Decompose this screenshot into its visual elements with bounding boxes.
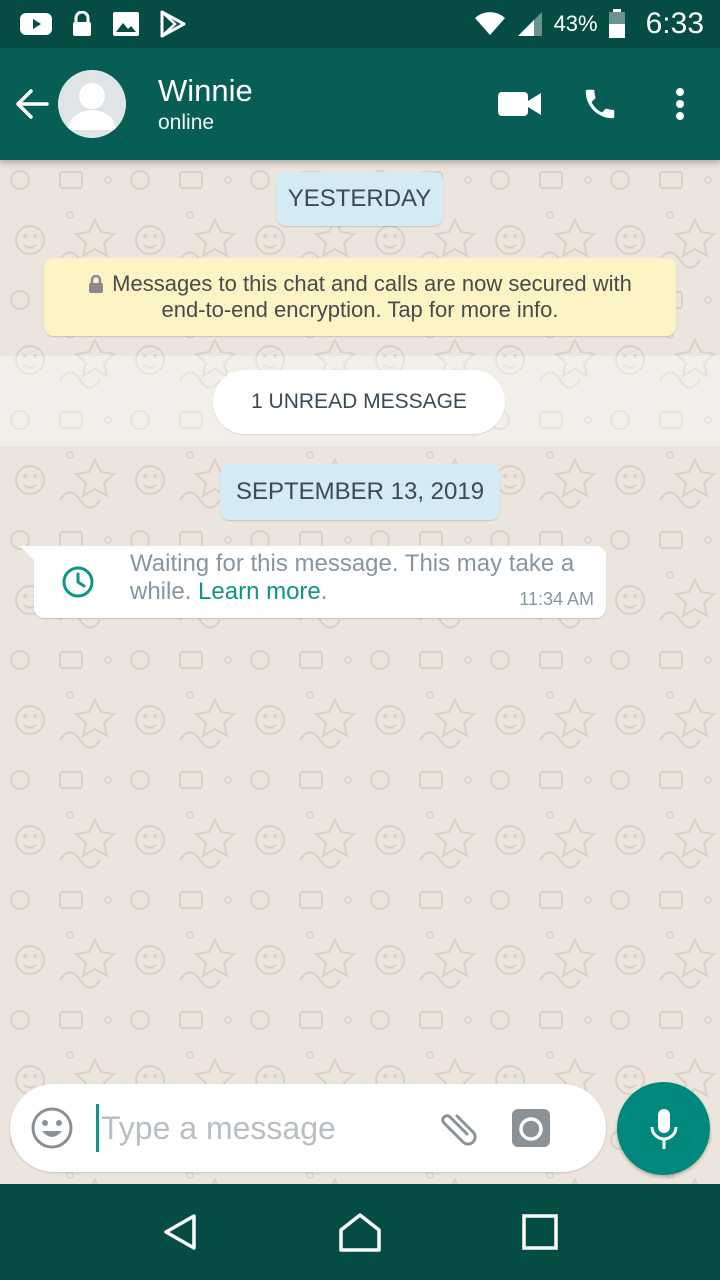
emoji-icon [31, 1107, 73, 1149]
phone-icon [585, 89, 615, 119]
lock-icon [72, 11, 92, 37]
nav-recents-button[interactable] [500, 1192, 580, 1272]
signal-icon [516, 10, 544, 38]
camera-button[interactable] [491, 1084, 571, 1172]
emoji-button[interactable] [10, 1084, 94, 1172]
clock-icon [54, 558, 102, 606]
voice-call-button[interactable] [560, 48, 640, 160]
header-actions [480, 48, 720, 160]
video-call-icon [498, 92, 541, 116]
message-composer [10, 1084, 606, 1172]
back-button[interactable] [4, 48, 60, 160]
message-link-suffix: . [320, 578, 328, 605]
encryption-line-1: Messages to this chat and calls are now … [88, 271, 632, 297]
avatar[interactable] [58, 70, 126, 138]
encryption-notice[interactable]: Messages to this chat and calls are now … [44, 258, 676, 336]
date-chip-sep13: SEPTEMBER 13, 2019 [220, 464, 500, 520]
home-icon [339, 1213, 381, 1252]
mic-icon [650, 1108, 677, 1149]
unread-label: 1 UNREAD MESSAGE [251, 390, 467, 413]
status-left [20, 10, 186, 38]
message-body: Waiting for this message. This may take … [130, 550, 575, 605]
learn-more-link[interactable]: Learn more [198, 578, 321, 605]
contact-name: Winnie [158, 73, 253, 108]
status-right: 43% 6:33 [474, 7, 704, 41]
chat-header: Winnie online [0, 48, 720, 160]
youtube-icon [20, 12, 52, 36]
contact-status: online [158, 111, 215, 134]
voice-record-button[interactable] [617, 1082, 710, 1175]
system-nav-bar [0, 1184, 720, 1280]
more-vert-icon [676, 88, 684, 120]
camera-icon [512, 1109, 550, 1147]
nav-back-button[interactable] [140, 1192, 220, 1272]
attach-button[interactable] [427, 1084, 487, 1172]
battery-icon [608, 9, 626, 39]
image-icon [112, 11, 140, 37]
encryption-text-2: end-to-end encryption. Tap for more info… [161, 297, 559, 322]
date-chip-label: SEPTEMBER 13, 2019 [235, 478, 485, 505]
battery-percent: 43% [553, 11, 598, 36]
nav-home-button[interactable] [320, 1192, 400, 1272]
status-bar: 43% 6:33 [0, 0, 720, 48]
lock-icon [89, 274, 104, 293]
back-triangle-icon [164, 1214, 196, 1250]
unread-messages-chip: 1 UNREAD MESSAGE [213, 370, 505, 434]
contact-info[interactable]: Winnie online [158, 72, 253, 136]
more-options-button[interactable] [640, 48, 720, 160]
back-arrow-icon [16, 89, 49, 119]
message-tail [20, 546, 34, 560]
attach-icon [441, 1114, 477, 1146]
recents-icon [522, 1214, 558, 1250]
date-chip-label: YESTERDAY [287, 185, 432, 212]
message-time: 11:34 AM [519, 589, 594, 609]
message-input[interactable] [99, 1098, 419, 1158]
date-chip-yesterday: YESTERDAY [276, 172, 443, 226]
chat-area[interactable]: YESTERDAY Messages to this chat and call… [0, 160, 720, 1184]
wifi-icon [474, 11, 506, 37]
encryption-text-1: Messages to this chat and calls are now … [112, 271, 632, 296]
clock: 6:33 [645, 7, 704, 40]
play-store-icon [160, 10, 186, 38]
incoming-message[interactable]: Waiting for this message. This may take … [20, 546, 606, 618]
video-call-button[interactable] [480, 48, 560, 160]
